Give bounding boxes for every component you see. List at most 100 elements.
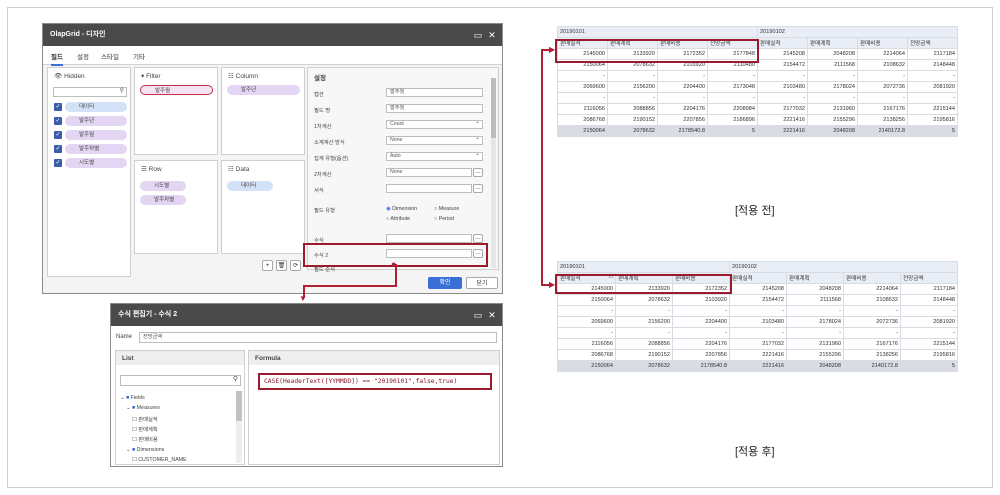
add-button[interactable]: + — [262, 260, 273, 271]
table-cell[interactable]: 2117184 — [900, 283, 959, 295]
table-cell[interactable]: 2108632 — [857, 59, 909, 71]
table-cell[interactable]: 2173048 — [706, 81, 759, 93]
table-cell[interactable]: 2138256 — [857, 114, 909, 126]
table-cell[interactable]: - — [671, 305, 731, 317]
column-header[interactable]: 판매비용 — [857, 37, 909, 49]
table-cell[interactable]: 2204176 — [671, 338, 731, 350]
table-cell[interactable]: 2204176 — [657, 103, 708, 115]
table-cell[interactable]: 2167176 — [843, 338, 902, 350]
maximize-icon[interactable]: ▭ — [472, 304, 484, 326]
table-cell[interactable]: - — [657, 70, 708, 82]
format-input[interactable] — [386, 184, 472, 193]
table-cell[interactable]: 2111568 — [807, 59, 859, 71]
row-item[interactable]: 발주차별 — [140, 195, 186, 205]
column-group-header[interactable]: 20190102 — [757, 26, 959, 38]
table-cell[interactable]: - — [843, 305, 902, 317]
table-cell[interactable]: - — [907, 70, 959, 82]
table-cell[interactable]: - — [786, 305, 845, 317]
table-cell[interactable]: 2081920 — [907, 81, 959, 93]
radio-attribute[interactable]: ○ Attribute — [386, 216, 410, 222]
tree-item[interactable]: ☐ 판매실적 — [132, 415, 158, 423]
table-cell[interactable]: - — [786, 327, 845, 339]
table-cell[interactable]: 2178024 — [807, 81, 859, 93]
table-cell[interactable]: 2131960 — [786, 338, 845, 350]
table-cell[interactable]: - — [907, 92, 959, 104]
table-cell[interactable]: - — [557, 92, 608, 104]
table-cell[interactable]: - — [615, 327, 673, 339]
table-cell[interactable]: 2103480 — [757, 81, 809, 93]
delete-button[interactable]: 🗑 — [276, 260, 287, 271]
field-name-input[interactable]: 발주월 — [386, 104, 483, 113]
table-cell[interactable]: - — [757, 92, 809, 104]
table-cell[interactable]: 2078632 — [615, 360, 673, 372]
column-header[interactable]: 판매계획 — [807, 37, 859, 49]
table-cell[interactable]: 2111568 — [786, 294, 845, 306]
table-cell[interactable]: 2154472 — [757, 59, 809, 71]
table-cell[interactable]: - — [729, 305, 788, 317]
table-cell[interactable]: 2108632 — [843, 294, 902, 306]
hidden-item[interactable]: 발주차별 — [65, 144, 127, 154]
table-cell[interactable]: 2204400 — [671, 316, 731, 328]
tree-item[interactable]: ☐ 판매계획 — [132, 425, 158, 433]
tree-item[interactable]: ☐ 판매비용 — [132, 435, 158, 443]
table-cell[interactable]: 2069600 — [557, 81, 608, 93]
tree-fields[interactable]: ⌄ ■ Fields — [120, 395, 145, 401]
checkbox-icon[interactable]: ✓ — [54, 131, 62, 139]
table-cell[interactable]: 2204400 — [657, 81, 708, 93]
table-cell[interactable]: 2215144 — [907, 103, 959, 115]
table-cell[interactable]: 2116056 — [557, 338, 616, 350]
table-cell[interactable]: - — [757, 70, 809, 82]
list-search-input[interactable]: ⚲ — [120, 375, 241, 386]
table-cell[interactable]: 2221416 — [729, 349, 788, 361]
table-cell[interactable]: 2190152 — [615, 349, 673, 361]
table-cell[interactable]: 2081920 — [900, 316, 959, 328]
caption-input[interactable]: 발주월 — [386, 88, 483, 97]
table-cell[interactable]: - — [657, 92, 708, 104]
table-cell[interactable]: 2078632 — [607, 125, 658, 137]
table-cell[interactable]: 2208984 — [706, 103, 759, 115]
table-cell[interactable]: 2086768 — [557, 114, 608, 126]
column-header[interactable]: 전망금액 — [907, 37, 959, 49]
settings-scrollbar[interactable] — [491, 78, 496, 268]
column-group-header[interactable]: 20190101 — [556, 261, 731, 273]
table-cell[interactable]: 2190152 — [607, 114, 658, 126]
aggregate-select[interactable]: Auto — [386, 151, 483, 161]
table-cell[interactable]: 2215144 — [900, 338, 959, 350]
row-item[interactable]: 시도별 — [140, 181, 186, 191]
filter-item[interactable]: 발주월 — [140, 85, 213, 95]
table-cell[interactable]: 5 — [706, 125, 759, 137]
table-cell[interactable]: - — [671, 327, 731, 339]
column-header[interactable]: 판매실적 — [757, 37, 809, 49]
table-cell[interactable]: 2048208 — [786, 283, 845, 295]
table-cell[interactable]: 5 — [900, 360, 959, 372]
table-cell[interactable]: 2178024 — [786, 316, 845, 328]
table-cell[interactable]: - — [706, 92, 759, 104]
formula-editor-text[interactable]: CASE(HeaderText([YYMMDD]) == "20190101",… — [264, 378, 457, 385]
second-calc-button[interactable]: … — [473, 168, 483, 177]
table-cell[interactable]: - — [607, 92, 658, 104]
tree-item[interactable]: ☐ CUSTOMER_NAME — [132, 457, 187, 463]
table-cell[interactable]: - — [807, 92, 859, 104]
table-cell[interactable]: - — [900, 305, 959, 317]
tab-fields[interactable]: 필드 — [51, 51, 63, 66]
table-cell[interactable]: 2150064 — [557, 360, 616, 372]
data-item[interactable]: 데이터 — [227, 181, 273, 191]
table-cell[interactable]: - — [843, 327, 902, 339]
column-header[interactable]: 판매비용 — [843, 272, 902, 284]
table-cell[interactable]: 2207856 — [671, 349, 731, 361]
table-cell[interactable]: 2221416 — [729, 360, 788, 372]
column-header[interactable]: 전망금액 — [900, 272, 959, 284]
subtotal-select[interactable]: None — [386, 135, 483, 145]
table-cell[interactable]: 2048208 — [807, 125, 859, 137]
table-cell[interactable]: 2155296 — [786, 349, 845, 361]
table-cell[interactable]: 2131960 — [807, 103, 859, 115]
table-cell[interactable]: 2103480 — [729, 316, 788, 328]
table-cell[interactable]: 2140172.8 — [857, 125, 909, 137]
column-group-header[interactable]: 20190101 — [556, 26, 759, 38]
name-input[interactable]: 전망금액 — [139, 332, 497, 343]
checkbox-icon[interactable]: ✓ — [54, 117, 62, 125]
table-cell[interactable]: 2186896 — [706, 114, 759, 126]
table-cell[interactable]: 2078632 — [615, 294, 673, 306]
table-cell[interactable]: 2140172.8 — [843, 360, 902, 372]
table-cell[interactable]: - — [615, 305, 673, 317]
